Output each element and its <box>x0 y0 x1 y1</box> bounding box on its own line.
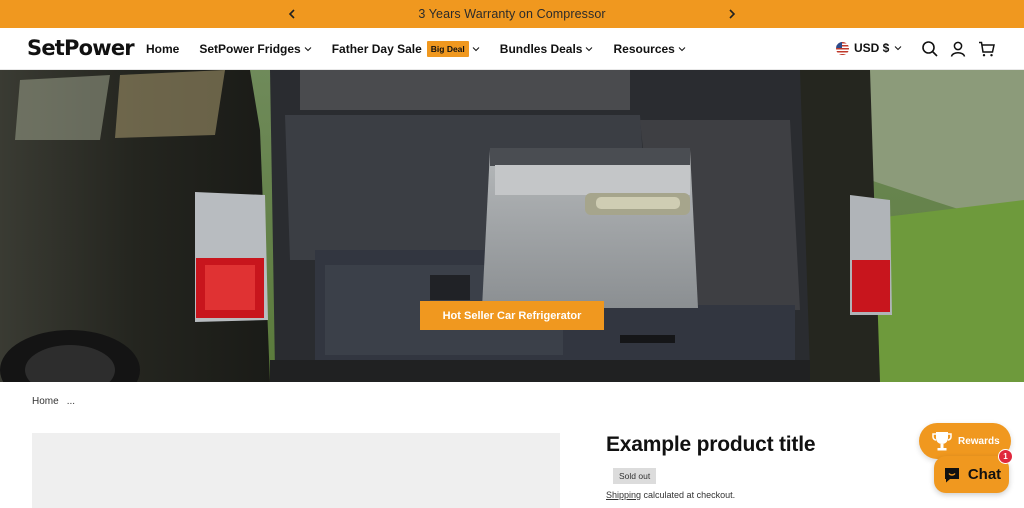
trophy-icon <box>932 432 952 451</box>
logo[interactable]: SetPower <box>27 36 135 60</box>
nav-item-label: Resources <box>613 42 675 56</box>
breadcrumb-home[interactable]: Home <box>32 396 59 407</box>
shipping-note: Shipping calculated at checkout. <box>606 490 735 500</box>
hero-banner: Hot Seller Car Refrigerator <box>0 70 1024 382</box>
cart-icon[interactable] <box>978 40 996 58</box>
announcement-bar: 3 Years Warranty on Compressor <box>0 0 1024 28</box>
currency-selector[interactable]: USD $ <box>836 41 902 55</box>
chevron-down-icon <box>304 47 312 52</box>
rewards-label: Rewards <box>958 435 1000 447</box>
nav-item-label: Father Day Sale <box>331 42 422 56</box>
chevron-left-icon[interactable] <box>284 6 300 22</box>
hero-cta-button[interactable]: Hot Seller Car Refrigerator <box>420 301 604 330</box>
announcement-text: 3 Years Warranty on Compressor <box>418 7 606 21</box>
chat-button[interactable]: Chat <box>934 456 1009 493</box>
chevron-right-icon[interactable] <box>724 6 740 22</box>
product-image-placeholder <box>32 433 560 508</box>
nav-item-label: Home <box>146 42 180 56</box>
us-flag-icon <box>836 41 849 55</box>
nav-item-resources[interactable]: Resources <box>613 42 686 56</box>
nav-item-label: Bundles Deals <box>499 42 583 56</box>
nav-item-father-day-sale[interactable]: Father Day Sale Big Deal <box>332 41 480 57</box>
main-nav: Home SetPower Fridges Father Day Sale Bi… <box>146 28 706 70</box>
breadcrumb-current: ... <box>66 396 76 407</box>
search-icon[interactable] <box>921 40 939 58</box>
currency-label: USD $ <box>854 41 890 55</box>
chat-label: Chat <box>967 466 1002 483</box>
account-icon[interactable] <box>949 40 967 58</box>
nav-item-home[interactable]: Home <box>146 42 179 56</box>
chevron-down-icon <box>472 47 480 52</box>
nav-item-bundles[interactable]: Bundles Deals <box>500 42 594 56</box>
breadcrumb: Home ... <box>32 396 83 407</box>
rewards-button[interactable]: Rewards <box>919 423 1011 459</box>
shipping-text: calculated at checkout. <box>641 490 736 500</box>
chat-notification-badge: 1 <box>998 449 1013 464</box>
hero-image <box>0 70 1024 382</box>
chat-bubble-icon <box>944 467 959 482</box>
product-title: Example product title <box>606 433 816 456</box>
shipping-link[interactable]: Shipping <box>606 490 641 500</box>
nav-item-fridges[interactable]: SetPower Fridges <box>199 42 312 56</box>
site-header: SetPower Home SetPower Fridges Father Da… <box>0 28 1024 70</box>
nav-item-label: SetPower Fridges <box>199 42 301 56</box>
chevron-down-icon <box>894 46 902 51</box>
promo-badge: Big Deal <box>426 41 469 57</box>
status-badge: Sold out <box>613 468 657 484</box>
chevron-down-icon <box>678 47 686 52</box>
chevron-down-icon <box>586 47 593 52</box>
